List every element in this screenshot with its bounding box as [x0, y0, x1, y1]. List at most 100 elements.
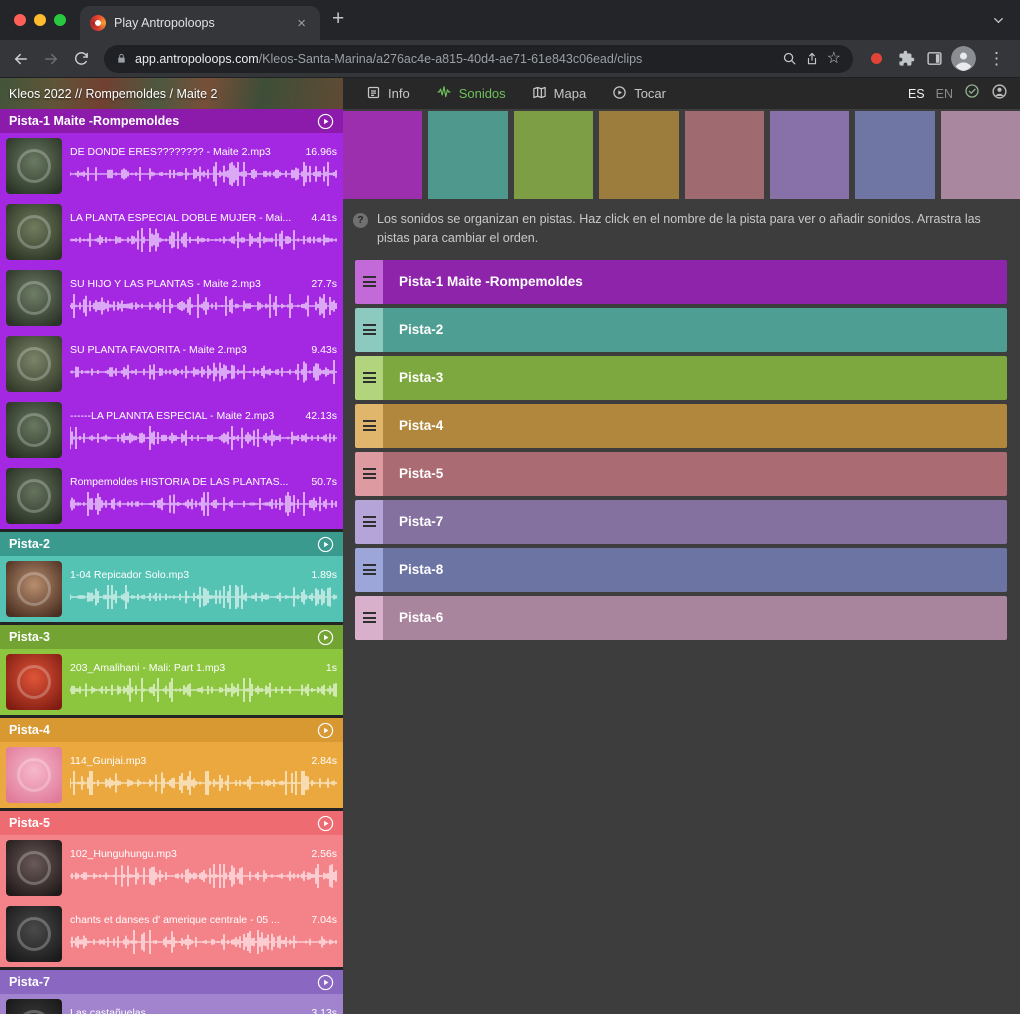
waveform: [70, 227, 337, 253]
track-row[interactable]: Pista-8: [355, 548, 1007, 592]
tab-search-chevron-icon[interactable]: [977, 13, 1020, 28]
clips-sidebar: Pista-1 Maite -Rompemoldes DE DONDE ERES…: [0, 109, 343, 1014]
track-header[interactable]: Pista-2: [0, 532, 343, 556]
main-panel: ? Los sonidos se organizan en pistas. Ha…: [343, 109, 1020, 1014]
clip-name: 203_Amalihani - Mali: Part 1.mp3: [70, 662, 320, 674]
tab-label: Mapa: [554, 86, 587, 101]
play-track-button[interactable]: [317, 113, 334, 130]
account-icon[interactable]: [991, 83, 1008, 105]
clip[interactable]: SU PLANTA FAVORITA - Maite 2.mp39.43s: [0, 331, 343, 397]
clip-name: chants et danses d' amerique centrale - …: [70, 914, 305, 926]
clip-name: DE DONDE ERES???????? - Maite 2.mp3: [70, 146, 299, 158]
back-button[interactable]: [6, 44, 36, 74]
track-name[interactable]: Pista-2: [9, 537, 50, 551]
clip-name: SU HIJO Y LAS PLANTAS - Maite 2.mp3: [70, 278, 305, 290]
window-minimize-button[interactable]: [34, 14, 46, 26]
clip[interactable]: SU HIJO Y LAS PLANTAS - Maite 2.mp327.7s: [0, 265, 343, 331]
new-tab-button[interactable]: +: [320, 8, 356, 32]
clip[interactable]: ------LA PLANNTA ESPECIAL - Maite 2.mp34…: [0, 397, 343, 463]
play-track-button[interactable]: [317, 629, 334, 646]
drag-handle[interactable]: [355, 308, 383, 352]
tab-label: Tocar: [634, 86, 666, 101]
lang-en-button[interactable]: EN: [936, 87, 953, 101]
track-row[interactable]: Pista-2: [355, 308, 1007, 352]
clip[interactable]: 114_Gunjai.mp32.84s: [0, 742, 343, 808]
clip[interactable]: Las castañuelas3.13s: [0, 994, 343, 1014]
window-close-button[interactable]: [14, 14, 26, 26]
track-header[interactable]: Pista-7: [0, 970, 343, 994]
side-panel-icon[interactable]: [920, 45, 948, 73]
clip[interactable]: chants et danses d' amerique centrale - …: [0, 901, 343, 967]
clip-name: ------LA PLANNTA ESPECIAL - Maite 2.mp3: [70, 410, 299, 422]
palette-swatch: [941, 111, 1020, 199]
track-row[interactable]: Pista-5: [355, 452, 1007, 496]
clip[interactable]: 1-04 Repicador Solo.mp31.89s: [0, 556, 343, 622]
clip[interactable]: DE DONDE ERES???????? - Maite 2.mp316.96…: [0, 133, 343, 199]
reload-button[interactable]: [66, 44, 96, 74]
play-track-button[interactable]: [317, 974, 334, 991]
clip-name: Rompemoldes HISTORIA DE LAS PLANTAS...: [70, 476, 305, 488]
lang-es-button[interactable]: ES: [908, 87, 925, 101]
clip[interactable]: LA PLANTA ESPECIAL DOBLE MUJER - Mai...4…: [0, 199, 343, 265]
track-row-label: Pista-8: [399, 562, 443, 577]
play-track-button[interactable]: [317, 536, 334, 553]
palette-swatch: [855, 111, 934, 199]
clip[interactable]: Rompemoldes HISTORIA DE LAS PLANTAS...50…: [0, 463, 343, 529]
tab-close-icon[interactable]: ×: [293, 15, 310, 32]
browser-menu-icon[interactable]: ⋮: [979, 49, 1014, 69]
track-name[interactable]: Pista-1 Maite -Rompemoldes: [9, 114, 179, 128]
track-section: Pista-2 1-04 Repicador Solo.mp31.89s: [0, 532, 343, 622]
clip[interactable]: 203_Amalihani - Mali: Part 1.mp31s: [0, 649, 343, 715]
profile-avatar[interactable]: [951, 46, 976, 71]
track-header[interactable]: Pista-3: [0, 625, 343, 649]
drag-handle[interactable]: [355, 500, 383, 544]
track-name[interactable]: Pista-7: [9, 975, 50, 989]
app-nav: Info Sonidos Mapa Tocar: [343, 78, 677, 109]
tab-mapa[interactable]: Mapa: [521, 78, 598, 109]
address-bar[interactable]: app.antropoloops.com/Kleos-Santa-Marina/…: [104, 45, 853, 73]
drag-handle[interactable]: [355, 452, 383, 496]
track-name[interactable]: Pista-5: [9, 816, 50, 830]
track-row[interactable]: Pista-3: [355, 356, 1007, 400]
track-name[interactable]: Pista-4: [9, 723, 50, 737]
track-name[interactable]: Pista-3: [9, 630, 50, 644]
help-row: ? Los sonidos se organizan en pistas. Ha…: [343, 199, 1020, 254]
tab-sonidos[interactable]: Sonidos: [425, 78, 517, 109]
track-row[interactable]: Pista-7: [355, 500, 1007, 544]
drag-handle[interactable]: [355, 356, 383, 400]
bookmark-star-icon[interactable]: ☆: [827, 51, 841, 67]
screen: { "browser": { "tab_title": "Play Antrop…: [0, 0, 1020, 1014]
tab-info[interactable]: Info: [355, 78, 421, 109]
tab-tocar[interactable]: Tocar: [601, 78, 677, 109]
share-icon[interactable]: [805, 51, 819, 67]
play-track-button[interactable]: [317, 722, 334, 739]
breadcrumb[interactable]: Kleos 2022 // Rompemoldes / Maite 2: [0, 78, 343, 109]
forward-button[interactable]: [36, 44, 66, 74]
saved-check-icon[interactable]: [964, 83, 980, 104]
window-zoom-button[interactable]: [54, 14, 66, 26]
palette-swatch: [514, 111, 593, 199]
track-row[interactable]: Pista-6: [355, 596, 1007, 640]
clip-thumbnail: [6, 138, 62, 194]
browser-tab[interactable]: Play Antropoloops ×: [80, 6, 320, 40]
track-header[interactable]: Pista-1 Maite -Rompemoldes: [0, 109, 343, 133]
recording-extension-icon[interactable]: [871, 53, 882, 64]
drag-handle[interactable]: [355, 548, 383, 592]
color-palette: [343, 111, 1020, 199]
clip-name: 102_Hunguhungu.mp3: [70, 848, 305, 860]
track-row[interactable]: Pista-1 Maite -Rompemoldes: [355, 260, 1007, 304]
track-header[interactable]: Pista-5: [0, 811, 343, 835]
track-header[interactable]: Pista-4: [0, 718, 343, 742]
track-row[interactable]: Pista-4: [355, 404, 1007, 448]
zoom-icon[interactable]: [782, 51, 797, 66]
drag-handle[interactable]: [355, 596, 383, 640]
browser-tab-strip: Play Antropoloops × +: [0, 0, 1020, 40]
clip[interactable]: 102_Hunguhungu.mp32.56s: [0, 835, 343, 901]
drag-handle[interactable]: [355, 260, 383, 304]
waveform: [70, 293, 337, 319]
play-track-button[interactable]: [317, 815, 334, 832]
clip-duration: 2.84s: [311, 755, 337, 767]
clip-thumbnail: [6, 840, 62, 896]
extensions-puzzle-icon[interactable]: [892, 45, 920, 73]
drag-handle[interactable]: [355, 404, 383, 448]
